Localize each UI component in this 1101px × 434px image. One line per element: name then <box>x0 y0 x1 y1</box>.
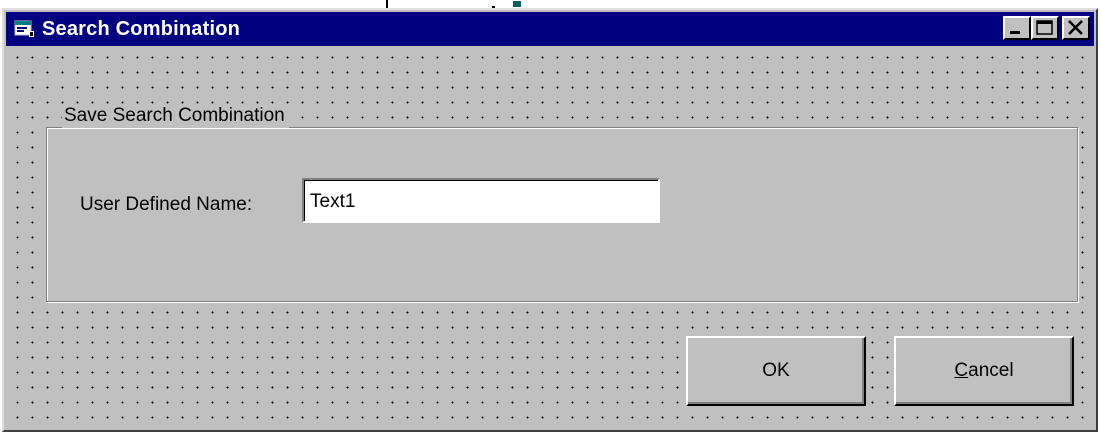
close-icon <box>1068 20 1083 35</box>
title-bar[interactable]: Search Combination <box>6 12 1094 46</box>
minimize-icon <box>1010 31 1020 34</box>
ok-button[interactable]: OK <box>686 336 866 406</box>
background-artifact <box>513 1 521 7</box>
title-buttons <box>1003 16 1090 40</box>
form-icon[interactable] <box>14 19 36 39</box>
cancel-mnemonic: C <box>954 360 969 381</box>
groupbox-label: Save Search Combination <box>62 104 289 128</box>
dialog-window: Search Combination Save Search Combinati… <box>2 8 1098 432</box>
minimize-button[interactable] <box>1003 16 1031 40</box>
maximize-button[interactable] <box>1031 16 1059 40</box>
maximize-icon <box>1036 20 1053 35</box>
user-defined-name-label: User Defined Name: <box>80 194 253 215</box>
close-button[interactable] <box>1062 16 1090 40</box>
form-client-area: Save Search Combination User Defined Nam… <box>6 48 1094 428</box>
ok-button-label: OK <box>762 360 790 381</box>
window-title: Search Combination <box>42 17 241 40</box>
cancel-button-label: Cancel <box>954 360 1013 382</box>
user-defined-name-input[interactable] <box>302 178 660 223</box>
cancel-label-rest: ancel <box>968 360 1014 381</box>
cancel-button[interactable]: Cancel <box>894 336 1074 406</box>
